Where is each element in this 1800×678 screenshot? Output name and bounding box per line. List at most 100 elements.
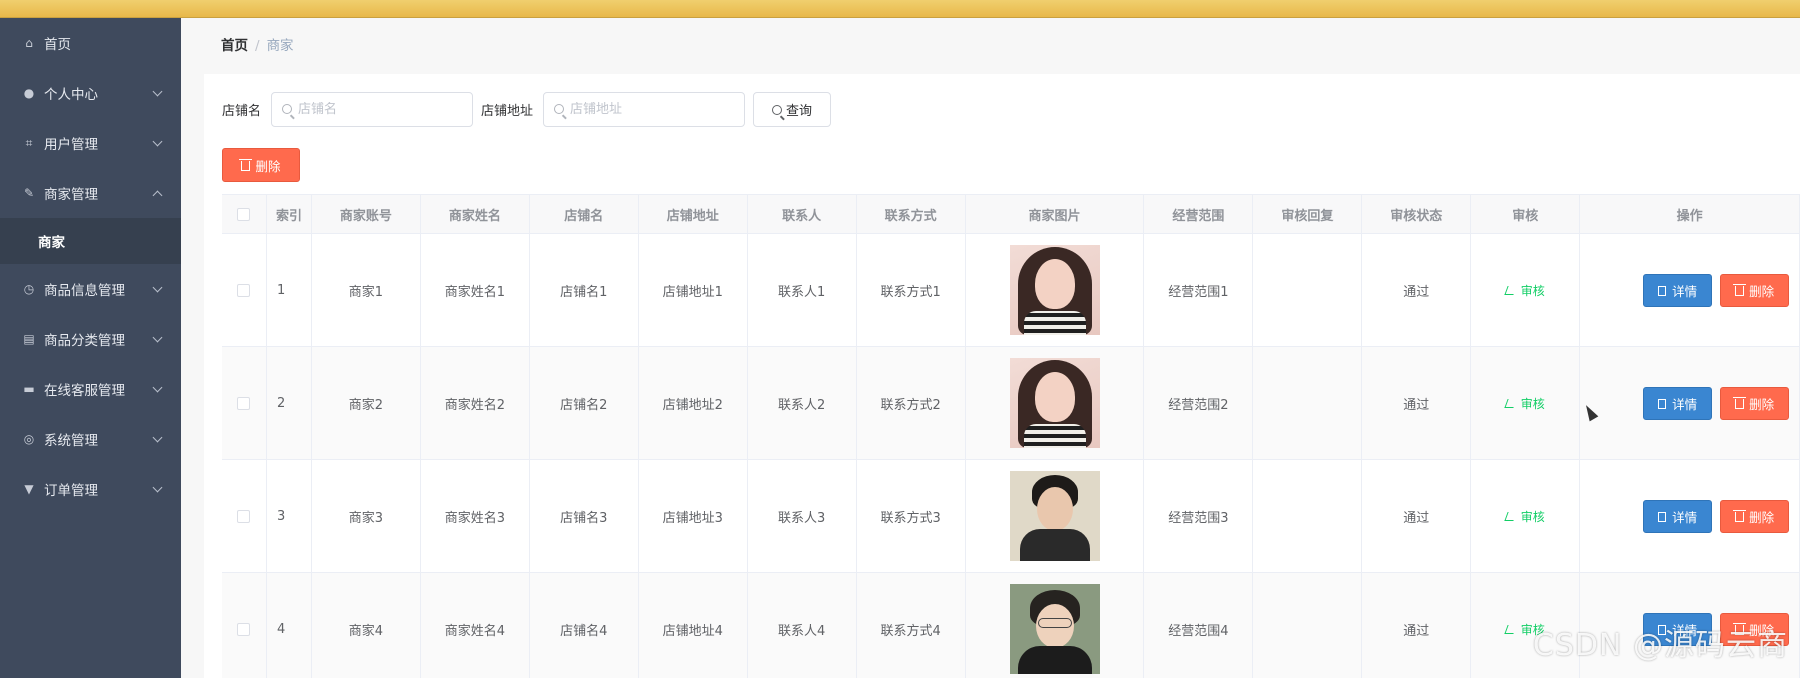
detail-button[interactable]: 详情 bbox=[1643, 273, 1713, 307]
merchant-photo bbox=[1009, 584, 1100, 674]
header-index: 索引 bbox=[267, 195, 312, 233]
cell-reply bbox=[1253, 234, 1363, 346]
detail-button[interactable]: 详情 bbox=[1643, 386, 1713, 420]
select-all-checkbox[interactable] bbox=[237, 207, 251, 221]
chevron-down-icon bbox=[152, 432, 163, 443]
shop-address-label: 店铺地址 bbox=[481, 104, 534, 119]
header-phone: 联系方式 bbox=[857, 195, 966, 233]
sidebar-item-merchants[interactable]: ✎ 商家管理 bbox=[0, 168, 181, 218]
sidebar-item-product-info[interactable]: ◷ 商品信息管理 bbox=[0, 264, 181, 314]
bulk-delete-label: 删除 bbox=[255, 158, 281, 174]
row-checkbox[interactable] bbox=[237, 622, 251, 636]
delete-label: 删除 bbox=[1749, 396, 1775, 412]
cell-index: 4 bbox=[267, 573, 312, 678]
cell-address: 店铺地址1 bbox=[639, 234, 748, 346]
sidebar-item-users[interactable]: ⌗ 用户管理 bbox=[0, 118, 181, 168]
cell-address: 店铺地址4 bbox=[639, 573, 748, 678]
cell-image bbox=[966, 460, 1145, 572]
cell-status: 通过 bbox=[1362, 234, 1472, 346]
search-icon bbox=[772, 105, 783, 115]
cell-index: 2 bbox=[267, 347, 312, 459]
cell-phone: 联系方式4 bbox=[857, 573, 966, 678]
cell-shop: 店铺名1 bbox=[530, 234, 639, 346]
cell-actions: 详情 删除 bbox=[1580, 460, 1800, 572]
table-row: 1 商家1 商家姓名1 店铺名1 店铺地址1 联系人1 联系方式1 经营范围1 … bbox=[222, 234, 1800, 347]
cell-account: 商家2 bbox=[312, 347, 421, 459]
header-reply: 审核回复 bbox=[1253, 195, 1363, 233]
sidebar-item-home[interactable]: ⌂ 首页 bbox=[0, 18, 181, 68]
sidebar-item-label: 在线客服管理 bbox=[44, 383, 125, 399]
breadcrumb-home[interactable]: 首页 bbox=[221, 38, 248, 54]
audit-link[interactable]: 审核 bbox=[1504, 508, 1545, 525]
header-scope: 经营范围 bbox=[1144, 195, 1254, 233]
delete-button[interactable]: 删除 bbox=[1720, 499, 1790, 533]
cell-reply bbox=[1253, 573, 1363, 678]
cell-address: 店铺地址2 bbox=[639, 347, 748, 459]
header-image: 商家图片 bbox=[966, 195, 1145, 233]
chevron-down-icon bbox=[152, 382, 163, 393]
detail-label: 详情 bbox=[1672, 509, 1698, 525]
stamp-icon: ▼ bbox=[24, 482, 34, 496]
main-content: 首页/商家 店铺名 店铺地址 查询 删除 索 bbox=[181, 18, 1800, 678]
chevron-down-icon bbox=[152, 482, 163, 493]
chevron-down-icon bbox=[152, 282, 163, 293]
sidebar-item-label: 商品信息管理 bbox=[44, 283, 125, 299]
trash-icon bbox=[1733, 510, 1747, 522]
cell-index: 3 bbox=[267, 460, 312, 572]
cell-reply bbox=[1253, 460, 1363, 572]
header-select-all bbox=[222, 195, 267, 233]
audit-label: 审核 bbox=[1520, 283, 1545, 298]
document-icon bbox=[1658, 286, 1667, 296]
sidebar-subitem-merchant[interactable]: 商家 bbox=[0, 218, 181, 264]
row-select-cell bbox=[222, 234, 267, 346]
sidebar-item-system[interactable]: ◎ 系统管理 bbox=[0, 414, 181, 464]
cell-account: 商家3 bbox=[312, 460, 421, 572]
shop-address-input[interactable] bbox=[570, 102, 745, 117]
query-button-label: 查询 bbox=[786, 104, 813, 119]
delete-button[interactable]: 删除 bbox=[1720, 386, 1790, 420]
shop-address-input-wrap bbox=[543, 92, 746, 127]
cell-shop: 店铺名2 bbox=[530, 347, 639, 459]
sidebar-item-orders[interactable]: ▼ 订单管理 bbox=[0, 464, 181, 514]
trash-icon bbox=[1733, 397, 1747, 409]
cell-account: 商家4 bbox=[312, 573, 421, 678]
delete-label: 删除 bbox=[1749, 283, 1775, 299]
trash-icon bbox=[1733, 284, 1747, 296]
cell-name: 商家姓名1 bbox=[421, 234, 530, 346]
detail-button[interactable]: 详情 bbox=[1643, 499, 1713, 533]
sidebar-item-product-category[interactable]: ▤ 商品分类管理 bbox=[0, 314, 181, 364]
row-checkbox[interactable] bbox=[237, 283, 251, 297]
merchant-photo bbox=[1009, 471, 1100, 561]
header-name: 商家姓名 bbox=[421, 195, 530, 233]
crop-icon: ⌗ bbox=[25, 135, 33, 150]
document-icon bbox=[1658, 512, 1667, 522]
row-checkbox[interactable] bbox=[237, 509, 251, 523]
audit-label: 审核 bbox=[1520, 396, 1545, 411]
search-bar: 店铺名 店铺地址 查询 bbox=[222, 92, 832, 127]
delete-button[interactable]: 删除 bbox=[1720, 273, 1790, 307]
sidebar: ⌂ 首页 ● 个人中心 ⌗ 用户管理 ✎ 商家管理 商家 ◷ 商品信息管理 ▤ … bbox=[0, 18, 181, 678]
cell-status: 通过 bbox=[1362, 460, 1472, 572]
cell-image bbox=[966, 234, 1145, 346]
sidebar-item-profile[interactable]: ● 个人中心 bbox=[0, 68, 181, 118]
row-checkbox[interactable] bbox=[237, 396, 251, 410]
cell-shop: 店铺名4 bbox=[530, 573, 639, 678]
detail-label: 详情 bbox=[1672, 283, 1698, 299]
query-button[interactable]: 查询 bbox=[753, 92, 832, 127]
target-icon: ◎ bbox=[23, 432, 35, 446]
audit-link[interactable]: 审核 bbox=[1504, 282, 1545, 299]
cell-scope: 经营范围2 bbox=[1144, 347, 1254, 459]
cell-contact: 联系人1 bbox=[748, 234, 857, 346]
watermark: CSDN @源码云商 bbox=[1532, 628, 1788, 663]
audit-link[interactable]: 审核 bbox=[1504, 395, 1545, 412]
cell-scope: 经营范围4 bbox=[1144, 573, 1254, 678]
cell-image bbox=[966, 573, 1145, 678]
bulk-delete-button[interactable]: 删除 bbox=[222, 148, 300, 182]
chevron-down-icon bbox=[152, 136, 163, 147]
shop-name-input[interactable] bbox=[298, 102, 473, 117]
sidebar-item-online-service[interactable]: ▬ 在线客服管理 bbox=[0, 364, 181, 414]
delete-label: 删除 bbox=[1749, 509, 1775, 525]
table-header: 索引 商家账号 商家姓名 店铺名 店铺地址 联系人 联系方式 商家图片 经营范围… bbox=[222, 194, 1800, 234]
pen-icon bbox=[1504, 624, 1517, 634]
search-icon bbox=[554, 104, 565, 114]
